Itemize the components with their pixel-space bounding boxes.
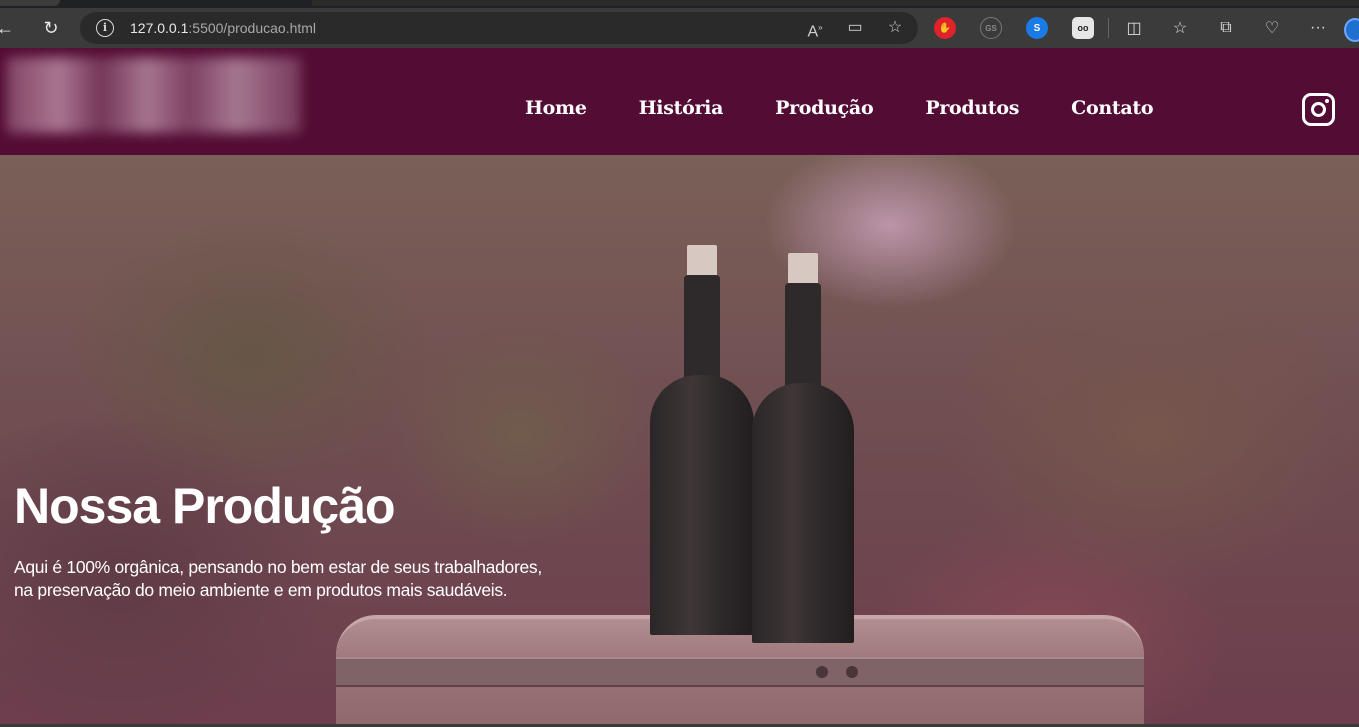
wine-bottle-image: [752, 253, 854, 645]
split-screen-icon[interactable]: ◫: [1123, 17, 1145, 39]
web-page: Home História Produção Produtos Contato …: [0, 48, 1359, 724]
address-bar[interactable]: i 127.0.0.1:5500/producao.html A» ▭ ☆: [80, 12, 918, 44]
browser-tab-strip: [0, 0, 1359, 8]
more-menu-icon[interactable]: ···: [1307, 17, 1329, 39]
url-path: :5500/producao.html: [188, 20, 317, 36]
instagram-icon[interactable]: [1302, 93, 1335, 126]
reload-icon[interactable]: ↻: [40, 17, 62, 39]
profile-avatar[interactable]: [1344, 18, 1359, 42]
favorites-icon[interactable]: ☆: [1169, 17, 1191, 39]
hero-description: Aqui é 100% orgânica, pensando no bem es…: [14, 556, 574, 602]
nav-home[interactable]: Home: [525, 97, 587, 119]
hero-line-1: Aqui é 100% orgânica, pensando no bem es…: [14, 557, 542, 577]
nav-historia[interactable]: História: [639, 97, 724, 119]
extension-dark-icon[interactable]: oo: [1072, 17, 1094, 39]
collections-icon[interactable]: ⧉: [1215, 17, 1237, 39]
url-text[interactable]: 127.0.0.1:5500/producao.html: [130, 20, 316, 36]
site-logo-blurred[interactable]: [6, 57, 301, 133]
wine-bottle-image: [650, 245, 754, 645]
hero-section: Nossa Produção Aqui é 100% orgânica, pen…: [0, 155, 1359, 724]
favorite-star-icon[interactable]: ☆: [884, 17, 906, 39]
main-nav: Home História Produção Produtos Contato: [525, 97, 1205, 119]
tab-strip-bar: [312, 0, 1359, 6]
adblock-icon[interactable]: ✋: [934, 17, 956, 39]
back-icon[interactable]: ←: [0, 17, 16, 39]
site-header: Home História Produção Produtos Contato: [0, 48, 1359, 155]
read-aloud-icon[interactable]: A»: [804, 17, 826, 40]
nav-produtos[interactable]: Produtos: [925, 97, 1019, 119]
toolbar-divider: [1108, 18, 1109, 38]
hero-title: Nossa Produção: [14, 478, 396, 534]
browser-toolbar: ← ↻ i 127.0.0.1:5500/producao.html A» ▭ …: [0, 8, 1359, 48]
nav-contato[interactable]: Contato: [1071, 97, 1153, 119]
url-host: 127.0.0.1: [130, 20, 189, 36]
browser-tab[interactable]: [0, 0, 60, 6]
site-info-icon[interactable]: i: [96, 19, 114, 37]
nav-producao[interactable]: Produção: [775, 97, 874, 119]
extension-gs-icon[interactable]: GS: [980, 17, 1002, 39]
hero-line-2: na preservação do meio ambiente e em pro…: [14, 580, 508, 600]
immersive-reader-icon[interactable]: ▭: [844, 17, 866, 39]
browser-essentials-icon[interactable]: ♡: [1261, 17, 1283, 39]
shazam-icon[interactable]: S: [1026, 17, 1048, 39]
